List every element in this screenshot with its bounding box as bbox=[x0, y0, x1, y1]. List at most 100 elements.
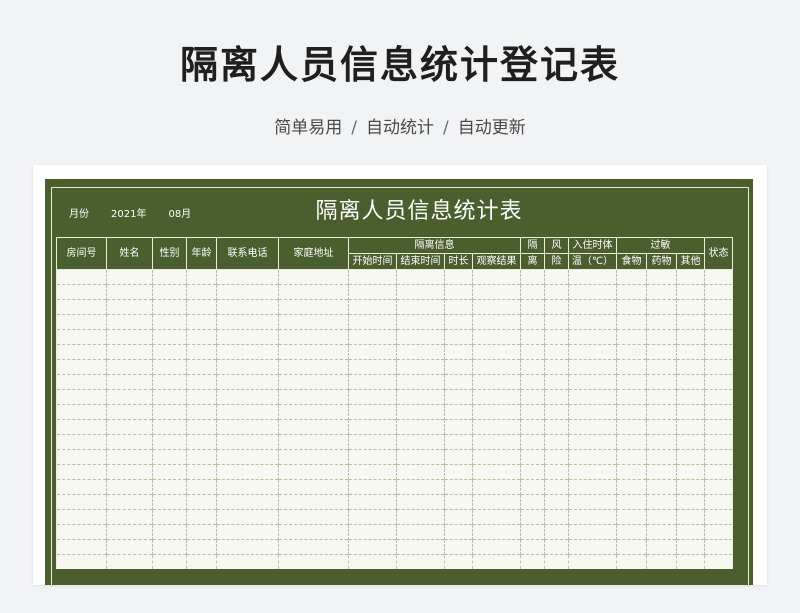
table-cell[interactable] bbox=[278, 434, 349, 450]
table-cell[interactable] bbox=[152, 449, 187, 465]
table-cell[interactable] bbox=[216, 524, 279, 540]
table-cell[interactable] bbox=[544, 419, 569, 435]
table-cell[interactable] bbox=[472, 554, 521, 569]
table-cell[interactable] bbox=[348, 314, 397, 330]
table-cell[interactable] bbox=[152, 299, 187, 315]
table-cell[interactable] bbox=[520, 434, 545, 450]
table-cell[interactable] bbox=[704, 344, 733, 360]
table-cell[interactable] bbox=[646, 449, 677, 465]
table-cell[interactable] bbox=[396, 494, 445, 510]
table-cell[interactable] bbox=[616, 389, 647, 405]
table-cell[interactable] bbox=[544, 554, 569, 569]
table-cell[interactable] bbox=[186, 329, 217, 345]
table-cell[interactable] bbox=[56, 539, 107, 555]
table-cell[interactable] bbox=[568, 464, 617, 480]
table-cell[interactable] bbox=[568, 374, 617, 390]
table-cell[interactable] bbox=[152, 509, 187, 525]
table-cell[interactable] bbox=[676, 524, 705, 540]
table-cell[interactable] bbox=[278, 479, 349, 495]
table-cell[interactable] bbox=[152, 284, 187, 300]
table-cell[interactable] bbox=[216, 314, 279, 330]
table-cell[interactable] bbox=[106, 299, 153, 315]
table-cell[interactable] bbox=[56, 299, 107, 315]
table-cell[interactable] bbox=[396, 299, 445, 315]
table-cell[interactable] bbox=[704, 479, 733, 495]
table-cell[interactable] bbox=[676, 329, 705, 345]
table-cell[interactable] bbox=[444, 389, 473, 405]
table-cell[interactable] bbox=[278, 449, 349, 465]
table-cell[interactable] bbox=[186, 269, 217, 285]
table-cell[interactable] bbox=[472, 494, 521, 510]
table-cell[interactable] bbox=[348, 449, 397, 465]
table-cell[interactable] bbox=[544, 299, 569, 315]
table-cell[interactable] bbox=[348, 299, 397, 315]
table-cell[interactable] bbox=[348, 509, 397, 525]
table-cell[interactable] bbox=[106, 404, 153, 420]
table-cell[interactable] bbox=[56, 419, 107, 435]
table-cell[interactable] bbox=[616, 449, 647, 465]
table-cell[interactable] bbox=[568, 329, 617, 345]
table-cell[interactable] bbox=[520, 359, 545, 375]
table-cell[interactable] bbox=[152, 404, 187, 420]
table-cell[interactable] bbox=[348, 344, 397, 360]
table-cell[interactable] bbox=[472, 524, 521, 540]
table-cell[interactable] bbox=[704, 539, 733, 555]
table-cell[interactable] bbox=[444, 269, 473, 285]
table-cell[interactable] bbox=[396, 554, 445, 569]
table-cell[interactable] bbox=[544, 494, 569, 510]
table-cell[interactable] bbox=[216, 389, 279, 405]
table-cell[interactable] bbox=[544, 344, 569, 360]
table-cell[interactable] bbox=[520, 494, 545, 510]
table-cell[interactable] bbox=[152, 419, 187, 435]
table-cell[interactable] bbox=[278, 404, 349, 420]
table-cell[interactable] bbox=[106, 269, 153, 285]
table-cell[interactable] bbox=[444, 464, 473, 480]
table-cell[interactable] bbox=[278, 269, 349, 285]
table-cell[interactable] bbox=[186, 434, 217, 450]
table-cell[interactable] bbox=[646, 554, 677, 569]
table-cell[interactable] bbox=[348, 494, 397, 510]
table-cell[interactable] bbox=[646, 284, 677, 300]
table-cell[interactable] bbox=[568, 359, 617, 375]
table-cell[interactable] bbox=[520, 374, 545, 390]
table-cell[interactable] bbox=[544, 284, 569, 300]
table-cell[interactable] bbox=[544, 359, 569, 375]
table-cell[interactable] bbox=[56, 524, 107, 540]
table-cell[interactable] bbox=[186, 419, 217, 435]
table-cell[interactable] bbox=[646, 434, 677, 450]
table-cell[interactable] bbox=[348, 329, 397, 345]
table-cell[interactable] bbox=[186, 509, 217, 525]
table-cell[interactable] bbox=[444, 539, 473, 555]
table-cell[interactable] bbox=[676, 419, 705, 435]
table-cell[interactable] bbox=[152, 314, 187, 330]
table-cell[interactable] bbox=[396, 284, 445, 300]
table-cell[interactable] bbox=[152, 524, 187, 540]
table-cell[interactable] bbox=[472, 299, 521, 315]
table-cell[interactable] bbox=[396, 419, 445, 435]
table-cell[interactable] bbox=[186, 494, 217, 510]
table-cell[interactable] bbox=[472, 314, 521, 330]
table-cell[interactable] bbox=[646, 464, 677, 480]
table-cell[interactable] bbox=[472, 284, 521, 300]
table-cell[interactable] bbox=[216, 449, 279, 465]
table-cell[interactable] bbox=[278, 374, 349, 390]
table-cell[interactable] bbox=[704, 284, 733, 300]
table-cell[interactable] bbox=[396, 329, 445, 345]
table-cell[interactable] bbox=[216, 434, 279, 450]
table-cell[interactable] bbox=[186, 284, 217, 300]
table-cell[interactable] bbox=[520, 314, 545, 330]
table-cell[interactable] bbox=[616, 479, 647, 495]
table-cell[interactable] bbox=[186, 374, 217, 390]
table-cell[interactable] bbox=[152, 539, 187, 555]
table-cell[interactable] bbox=[348, 539, 397, 555]
table-cell[interactable] bbox=[616, 329, 647, 345]
table-cell[interactable] bbox=[472, 419, 521, 435]
table-cell[interactable] bbox=[152, 389, 187, 405]
table-cell[interactable] bbox=[348, 284, 397, 300]
table-cell[interactable] bbox=[396, 374, 445, 390]
table-cell[interactable] bbox=[568, 419, 617, 435]
table-cell[interactable] bbox=[278, 284, 349, 300]
table-cell[interactable] bbox=[616, 434, 647, 450]
table-cell[interactable] bbox=[520, 344, 545, 360]
table-cell[interactable] bbox=[152, 344, 187, 360]
